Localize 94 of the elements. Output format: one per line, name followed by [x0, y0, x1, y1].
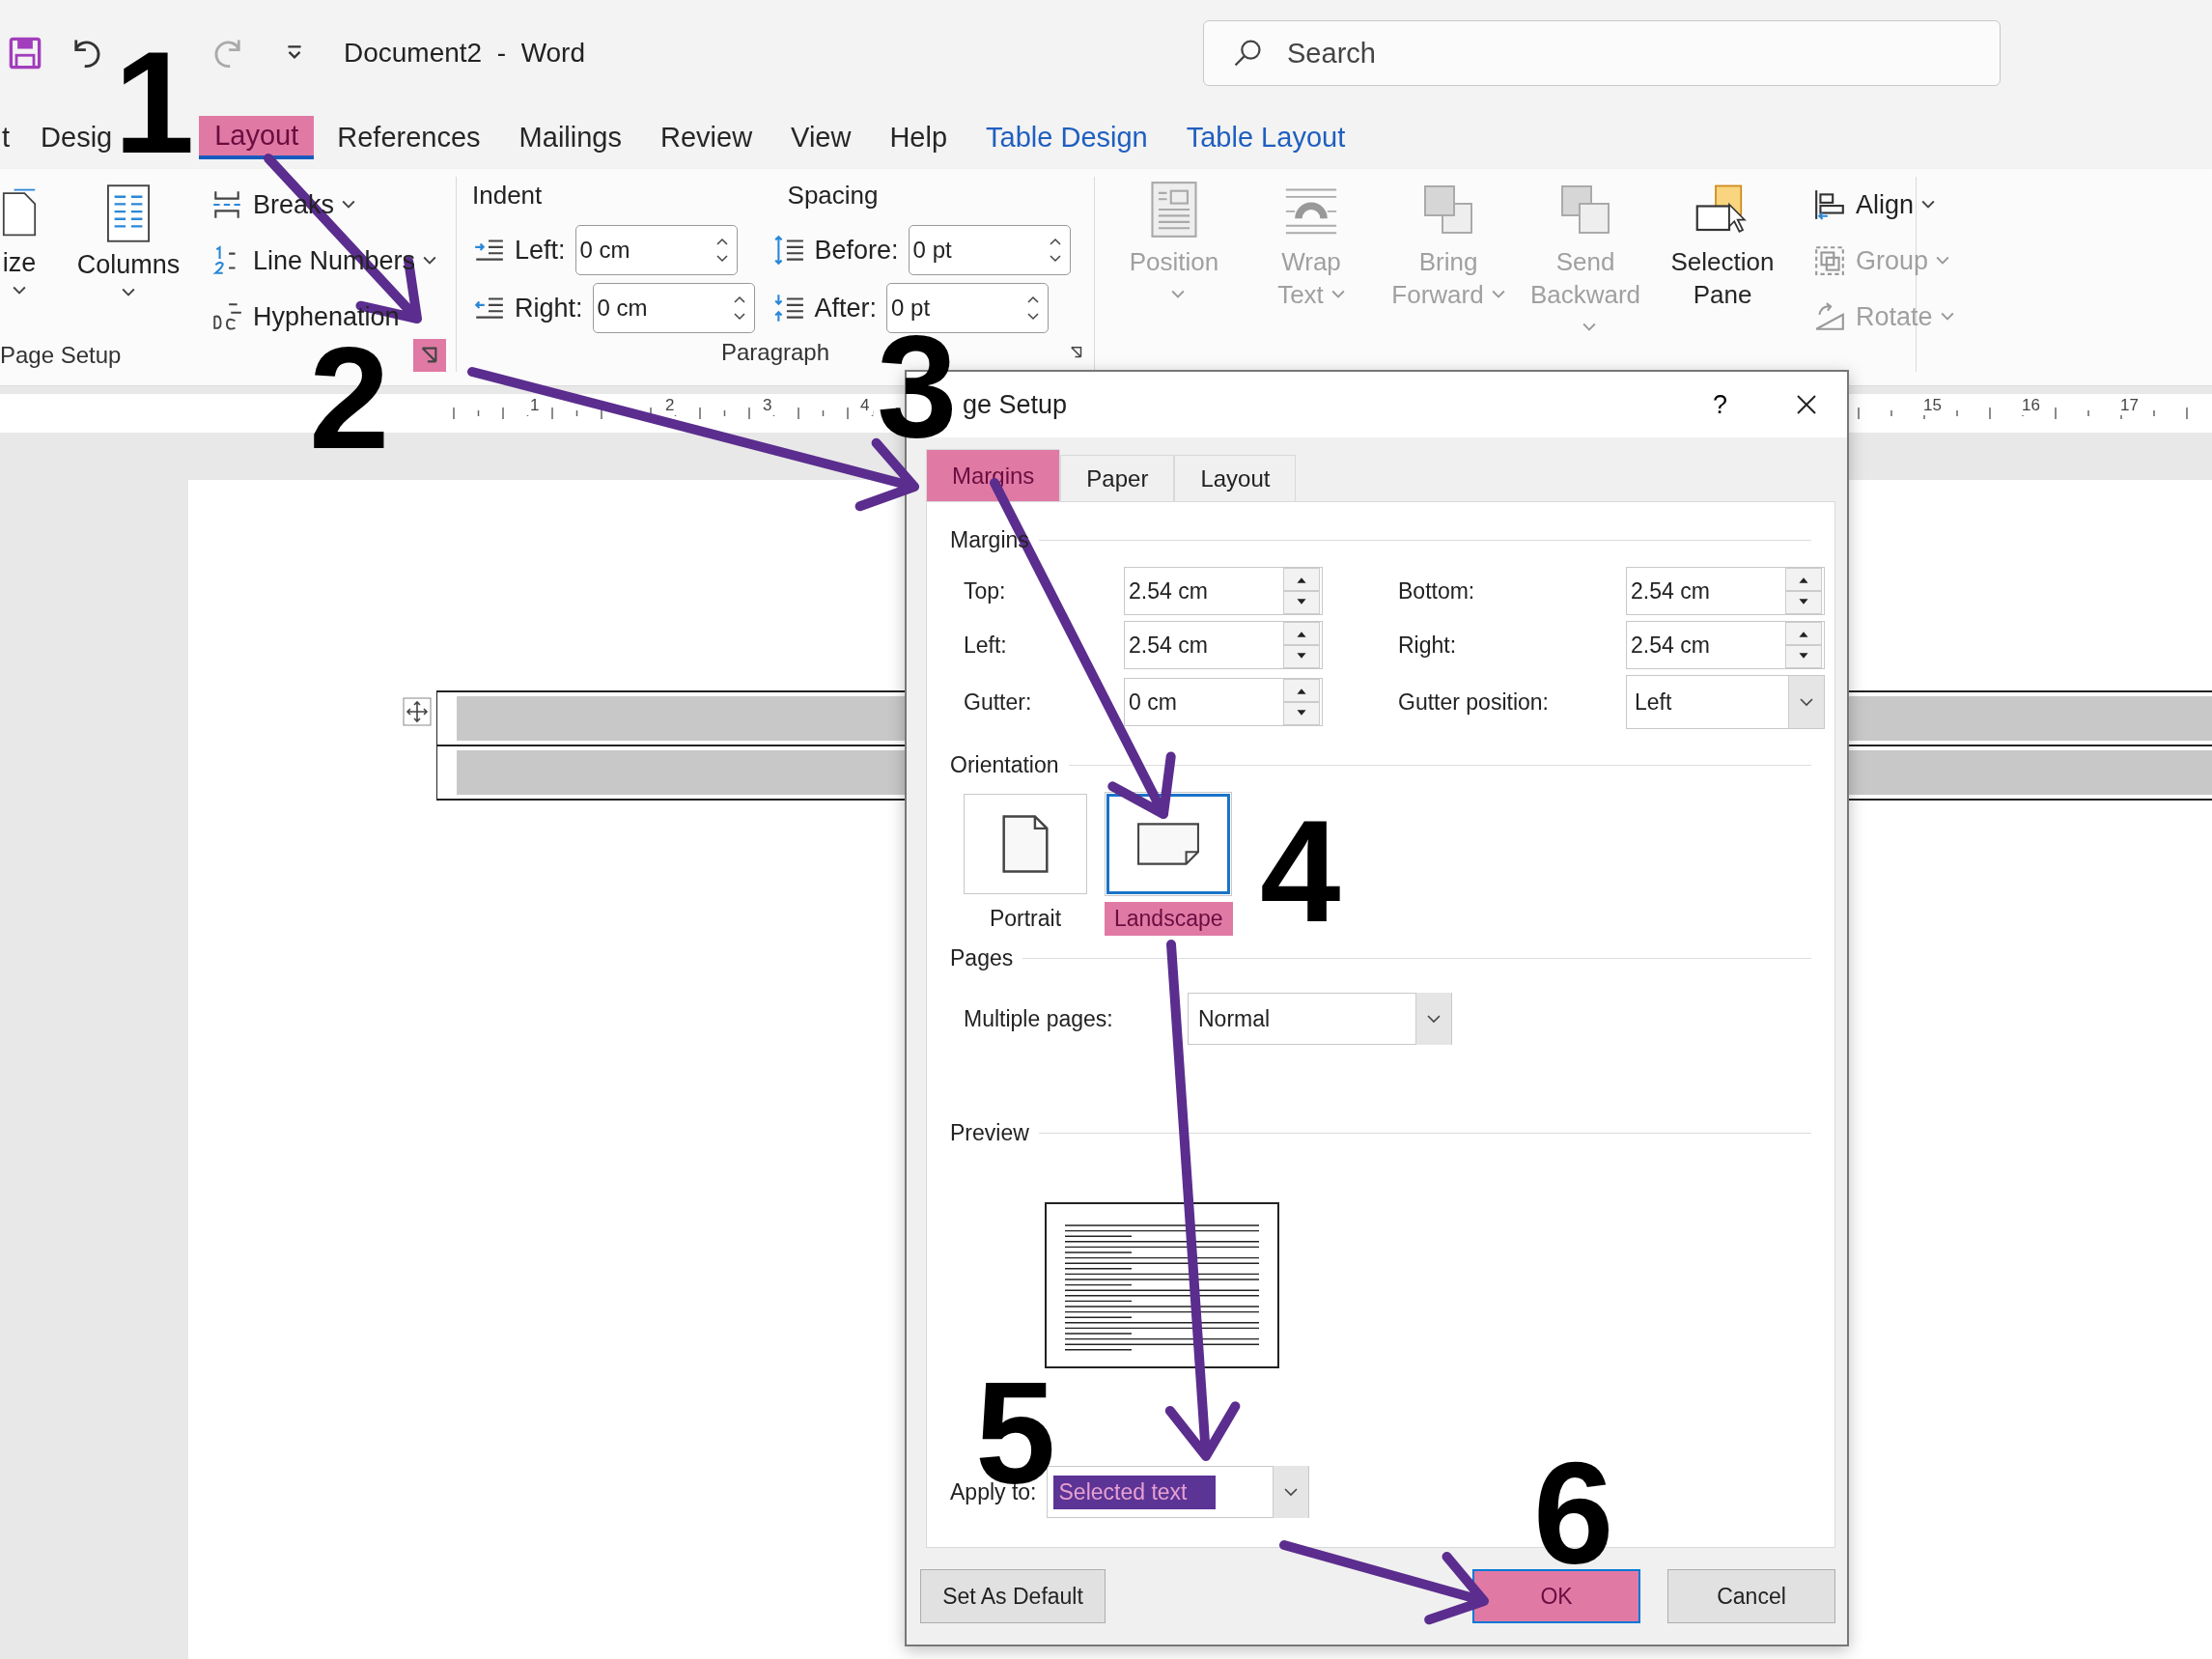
dropdown[interactable]: Left — [1626, 675, 1825, 729]
dialog-button[interactable]: Cancel — [1667, 1569, 1835, 1623]
orientation-label: Portrait — [988, 905, 1063, 933]
ribbon-tab[interactable]: Mailings — [503, 118, 637, 157]
ok-button[interactable]: OK — [1472, 1569, 1640, 1623]
spin-field[interactable]: 0 cm — [592, 283, 755, 333]
ribbon-tab[interactable]: t — [0, 118, 26, 157]
spin-down-icon[interactable] — [1283, 702, 1320, 725]
ribbon-tab[interactable]: Table Layout — [1170, 118, 1361, 157]
ribbon-tab[interactable]: View — [775, 118, 867, 157]
caret-icon — [1330, 289, 1345, 299]
orientation-option[interactable] — [1106, 794, 1231, 894]
caret-icon — [1171, 289, 1185, 299]
portrait-page-icon — [1001, 814, 1050, 874]
spin-up-icon[interactable] — [1785, 622, 1822, 645]
spin-down-icon[interactable] — [1283, 591, 1320, 614]
window-title: Document2 - Word — [344, 38, 586, 69]
spin-down-icon[interactable] — [1785, 591, 1822, 614]
field-label: Bottom: — [1398, 577, 1476, 605]
orientation-label: Landscape — [1105, 902, 1233, 936]
breaks-icon — [210, 188, 243, 221]
field-label: Left: — [964, 632, 1008, 659]
step-number: 2 — [309, 340, 390, 456]
field-label: Gutter position: — [1398, 689, 1550, 716]
caret-icon — [1582, 322, 1596, 332]
group-icon — [1813, 244, 1846, 277]
spin-up-icon[interactable] — [1785, 568, 1822, 591]
spin-field[interactable]: 2.54 cm — [1626, 621, 1825, 669]
rotate-icon — [1813, 300, 1846, 333]
caret-icon — [1491, 289, 1505, 299]
caret-icon — [423, 256, 437, 266]
dialog-title: ge Setup — [963, 389, 1068, 420]
table-move-handle-icon[interactable] — [403, 697, 432, 726]
spin-field[interactable]: 0 pt — [886, 283, 1050, 333]
spin-down-icon[interactable] — [1785, 645, 1822, 668]
help-button[interactable]: ? — [1706, 388, 1733, 421]
columns-button[interactable]: Columns — [66, 177, 191, 339]
caret-icon — [342, 200, 356, 210]
step-number: 6 — [1533, 1455, 1614, 1571]
ribbon-command[interactable]: Align — [1813, 183, 1954, 227]
field-label: Left: — [515, 235, 566, 266]
section-heading: Pages — [950, 945, 1014, 971]
landscape-page-icon — [1136, 822, 1201, 866]
caret-icon — [13, 286, 26, 295]
orientation-option[interactable] — [964, 794, 1087, 894]
ribbon-tab[interactable]: Table Design — [970, 118, 1163, 157]
caret-icon — [1921, 200, 1936, 210]
section-heading: Orientation — [950, 752, 1059, 778]
field-label: After: — [814, 293, 878, 323]
spin-down-icon[interactable] — [1283, 645, 1320, 668]
field-label: Top: — [964, 577, 1007, 605]
ribbon-tab[interactable]: Layout — [199, 116, 315, 159]
spin-field[interactable]: 0 cm — [574, 225, 738, 275]
step-number: 1 — [114, 44, 195, 160]
caret-icon — [122, 288, 135, 297]
section-label: Spacing — [787, 181, 880, 211]
spin-up-icon[interactable] — [1283, 679, 1320, 702]
spin-field[interactable]: 2.54 cm — [1626, 567, 1825, 615]
ribbon-button[interactable]: Selection Pane — [1657, 177, 1788, 372]
spin-field[interactable]: 0 cm — [1124, 678, 1323, 726]
caret-icon — [1936, 256, 1950, 266]
field-label: Right: — [515, 293, 583, 323]
group-label: Paragraph — [720, 339, 830, 366]
field-label: Right: — [1398, 632, 1458, 659]
ribbon-tab[interactable]: References — [322, 118, 496, 157]
size-button[interactable]: ize — [0, 177, 39, 339]
search-field[interactable]: Search — [1203, 20, 2002, 86]
field-label: Before: — [814, 235, 899, 266]
spin-field[interactable]: 0 pt — [908, 225, 1071, 275]
spin-field[interactable]: 2.54 cm — [1124, 567, 1323, 615]
caret-icon — [1940, 312, 1954, 322]
dialog-tab[interactable]: Paper — [1060, 455, 1175, 501]
close-icon[interactable] — [1795, 393, 1818, 416]
step-number: 4 — [1260, 813, 1341, 929]
group-label: Page Setup — [0, 342, 122, 369]
hyphenation-icon — [210, 300, 243, 333]
dropdown[interactable]: Normal — [1188, 993, 1452, 1045]
columns-icon — [106, 183, 151, 244]
spin-field[interactable]: 2.54 cm — [1124, 621, 1323, 669]
field-label: Multiple pages: — [964, 1005, 1114, 1032]
field-label: Gutter: — [964, 689, 1033, 716]
ribbon-tab[interactable]: Review — [645, 118, 769, 157]
save-icon[interactable] — [8, 36, 42, 70]
section-label: Indent — [472, 181, 544, 211]
spin-up-icon[interactable] — [1283, 568, 1320, 591]
ribbon-tab[interactable]: Desig — [33, 118, 113, 157]
ribbon-tab[interactable]: Help — [874, 118, 964, 157]
search-input[interactable]: Search — [1285, 36, 1869, 70]
section-heading: Preview — [950, 1120, 1029, 1146]
align-icon — [1813, 188, 1846, 221]
dialog-tab[interactable]: Layout — [1174, 455, 1297, 501]
spin-up-icon[interactable] — [1283, 622, 1320, 645]
ribbon-command[interactable]: Hyphenation — [210, 295, 437, 339]
dialog-button[interactable]: Set As Default — [920, 1569, 1106, 1623]
